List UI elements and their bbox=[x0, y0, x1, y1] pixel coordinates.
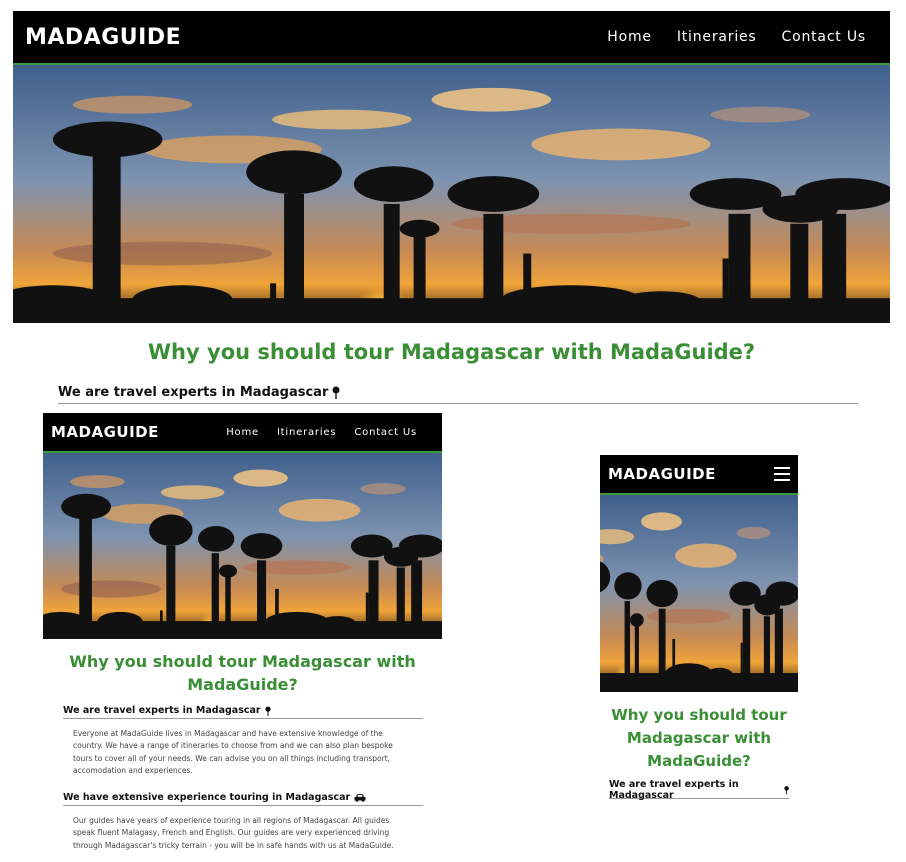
desktop-section-heading: We are travel experts in Madagascar bbox=[58, 382, 858, 404]
mobile-title-line-2: Madagascar with bbox=[626, 729, 772, 747]
tablet-nav-itineraries-link[interactable]: Itineraries bbox=[277, 427, 336, 438]
map-pin-icon bbox=[332, 386, 340, 399]
tablet-title-line-2: MadaGuide? bbox=[187, 675, 298, 694]
map-pin-icon bbox=[784, 786, 789, 795]
mobile-hero-image bbox=[600, 495, 798, 692]
tablet-section-heading-1: We are travel experts in Madagascar bbox=[63, 703, 423, 719]
nav-itineraries-link[interactable]: Itineraries bbox=[677, 29, 757, 45]
desktop-hero-image bbox=[13, 65, 890, 323]
nav-home-link[interactable]: Home bbox=[607, 29, 652, 45]
tablet-nav-home-link[interactable]: Home bbox=[226, 427, 259, 438]
tablet-logo[interactable]: MADAGUIDE bbox=[51, 423, 159, 441]
mobile-navbar: MADAGUIDE bbox=[600, 455, 798, 495]
desktop-page-title: Why you should tour Madagascar with Mada… bbox=[147, 340, 756, 364]
hamburger-menu-icon[interactable] bbox=[774, 466, 790, 482]
mobile-section-heading-text: We are travel experts in Madagascar bbox=[609, 779, 739, 801]
tablet-section-heading-1-text: We are travel experts in Madagascar bbox=[63, 705, 261, 716]
tablet-nav-contact-link[interactable]: Contact Us bbox=[354, 427, 417, 438]
tablet-nav-links: Home Itineraries Contact Us bbox=[208, 427, 417, 438]
tablet-navbar: MADAGUIDE Home Itineraries Contact Us bbox=[43, 413, 442, 453]
mobile-section-heading: We are travel experts in Madagascar bbox=[609, 779, 789, 801]
tablet-section-text-1: Everyone at MadaGuide lives in Madagasca… bbox=[73, 729, 393, 775]
mobile-page-title: Why you should tour Madagascar with Mada… bbox=[600, 704, 798, 773]
logo[interactable]: MADAGUIDE bbox=[25, 25, 181, 50]
tablet-title-line-1: Why you should tour Madagascar with bbox=[69, 652, 416, 671]
map-pin-icon bbox=[264, 706, 271, 716]
mobile-title-line-1: Why you should tour bbox=[611, 706, 787, 724]
desktop-navbar: MADAGUIDE Home Itineraries Contact Us bbox=[13, 11, 890, 65]
tablet-section-heading-2-text: We have extensive experience touring in … bbox=[63, 792, 351, 803]
nav-links: Home Itineraries Contact Us bbox=[582, 29, 866, 45]
desktop-section-heading-text: We are travel experts in Madagascar bbox=[58, 385, 329, 400]
car-icon bbox=[354, 794, 366, 802]
nav-contact-link[interactable]: Contact Us bbox=[782, 29, 866, 45]
mobile-logo[interactable]: MADAGUIDE bbox=[608, 465, 716, 483]
tablet-hero-image bbox=[43, 453, 442, 639]
tablet-section-heading-2: We have extensive experience touring in … bbox=[63, 790, 423, 806]
mobile-title-line-3: MadaGuide? bbox=[647, 752, 751, 770]
tablet-section-text-2: Our guides have years of experience tour… bbox=[73, 816, 394, 850]
tablet-page-title: Why you should tour Madagascar with Mada… bbox=[43, 650, 442, 696]
